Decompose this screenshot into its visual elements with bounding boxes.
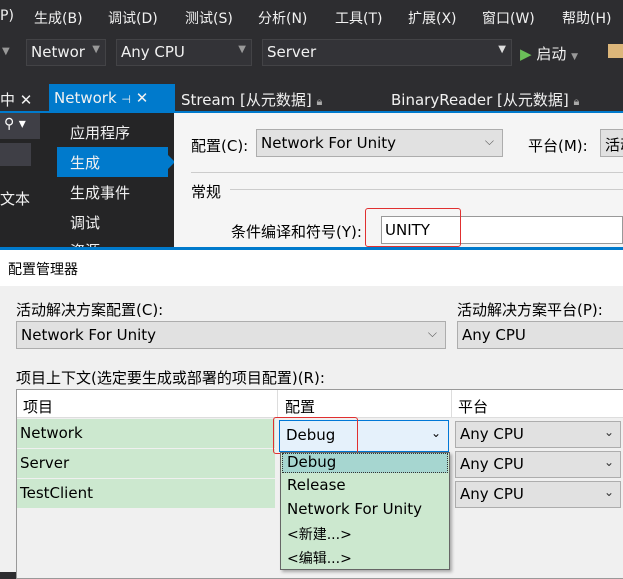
table-row[interactable]: Network <box>17 419 275 448</box>
chevron-down-icon: ▼ <box>92 44 100 55</box>
tab-stream[interactable]: Stream [从元数据] 🔒︎ <box>176 84 327 112</box>
chevron-down-icon: ⌄ <box>603 485 614 499</box>
menu-help[interactable]: 帮助(H) <box>562 8 611 28</box>
row-platform-value: Any CPU <box>460 485 524 503</box>
solution-platform-combo[interactable]: Any CPU <box>457 321 623 349</box>
grid-header <box>17 390 623 418</box>
solution-config-value: Network For Unity <box>21 326 157 344</box>
chevron-down-icon: ▼ <box>498 44 506 55</box>
chevron-down-icon: ⌵ <box>484 134 494 148</box>
platform-value: Any CPU <box>121 43 185 61</box>
section-heading: 常规 <box>191 183 222 201</box>
menu-test[interactable]: 测试(S) <box>185 8 233 28</box>
close-icon[interactable]: ✕ <box>136 89 149 107</box>
option-new[interactable]: <新建...> <box>287 524 352 544</box>
option-edit[interactable]: <编辑...> <box>287 548 352 568</box>
config-manager-dialog: 配置管理器 活动解决方案配置(C): Network For Unity ⌵ 活动… <box>0 250 623 579</box>
dialog-title: 配置管理器 <box>8 262 78 278</box>
row-platform-value: Any CPU <box>460 455 524 473</box>
platform-combo-prop[interactable]: 活动 <box>600 129 623 157</box>
config-dropdown-list: Debug Release Network For Unity <新建...> … <box>280 452 450 570</box>
solution-config-combo[interactable]: Network For Unity ⌵ <box>16 321 446 349</box>
menu-project[interactable]: P) <box>0 8 14 24</box>
tab-label: Stream [从元数据] <box>181 91 312 109</box>
search-icon[interactable]: ⚲ ▾ <box>0 113 40 139</box>
nav-build[interactable]: 生成 <box>70 152 100 173</box>
platform-combo[interactable]: Any CPU ▼ <box>116 39 252 66</box>
option-release[interactable]: Release <box>287 476 346 494</box>
panel-item[interactable]: 文本 <box>0 188 30 209</box>
solution-config-label: 活动解决方案配置(C): <box>16 301 164 319</box>
config-value: Network For Unity <box>261 134 397 152</box>
solution-platform-label: 活动解决方案平台(P): <box>457 301 603 319</box>
platform-value: 活动 <box>605 136 623 154</box>
pin-icon[interactable]: ⊣ <box>121 93 131 106</box>
menu-build[interactable]: 生成(B) <box>34 8 83 28</box>
panel-title: 中 <box>0 91 16 109</box>
project-context-label: 项目上下文(选定要生成或部署的项目配置)(R): <box>16 369 325 387</box>
row-project: TestClient <box>20 484 93 502</box>
row-platform-combo[interactable]: Any CPU ⌄ <box>455 421 621 448</box>
menu-tools[interactable]: 工具(T) <box>335 8 382 28</box>
symbols-label: 条件编译和符号(Y): <box>231 223 362 241</box>
menu-extensions[interactable]: 扩展(X) <box>408 8 457 28</box>
chevron-down-icon: ⌄ <box>603 455 614 469</box>
menu-window[interactable]: 窗口(W) <box>482 8 535 28</box>
table-row[interactable]: TestClient <box>17 479 275 508</box>
project-value: Networ <box>31 43 85 61</box>
close-icon[interactable]: ✕ <box>20 91 33 109</box>
solution-platform-value: Any CPU <box>462 326 526 344</box>
column-divider <box>277 390 278 418</box>
tab-binaryreader[interactable]: BinaryReader [从元数据] 🔒︎ <box>386 84 584 112</box>
chevron-down-icon: ▼ <box>238 44 246 55</box>
row-platform-value: Any CPU <box>460 425 524 443</box>
column-config: 配置 <box>285 398 316 416</box>
property-content: 配置(C): Network For Unity ⌵ 平台(M): 活动 常规 条… <box>174 113 623 247</box>
nav-debug[interactable]: 调试 <box>70 212 100 233</box>
menu-analyze[interactable]: 分析(N) <box>258 8 307 28</box>
folder-icon[interactable] <box>608 44 623 58</box>
start-button[interactable]: ▶ 启动 ▼ <box>520 40 578 66</box>
row-project: Network <box>20 424 83 442</box>
tab-left-panel[interactable]: 中 ✕ <box>0 84 40 112</box>
start-label: 启动 <box>536 45 567 63</box>
column-divider <box>451 390 452 418</box>
tab-label: BinaryReader [从元数据] <box>391 91 569 109</box>
lock-icon: 🔒︎ <box>573 95 580 108</box>
chevron-down-icon: ⌄ <box>603 425 614 439</box>
dialog-titlebar <box>0 250 623 286</box>
dropdown-arrow-icon[interactable]: ▼ <box>2 46 10 57</box>
section-line <box>230 189 623 190</box>
column-platform: 平台 <box>458 398 489 416</box>
left-panel: ⚲ ▾ 文本 <box>0 113 41 250</box>
option-debug[interactable]: Debug <box>287 453 336 471</box>
divider <box>191 172 623 173</box>
row-project: Server <box>20 454 70 472</box>
panel-search-box[interactable] <box>0 143 31 166</box>
row-platform-combo[interactable]: Any CPU ⌄ <box>455 481 621 508</box>
config-label: 配置(C): <box>191 137 249 155</box>
highlight-box <box>365 208 461 247</box>
tab-network[interactable]: Network ⊣ ✕ <box>49 84 175 112</box>
startup-combo[interactable]: Server ▼ <box>262 39 512 66</box>
tab-label: Network <box>54 89 117 107</box>
chevron-down-icon: ▼ <box>571 52 579 62</box>
option-network-for-unity[interactable]: Network For Unity <box>287 500 422 518</box>
platform-label: 平台(M): <box>528 137 588 155</box>
startup-value: Server <box>267 43 317 61</box>
column-project: 项目 <box>23 398 54 416</box>
project-combo[interactable]: Networ ▼ <box>26 39 106 66</box>
row-platform-combo[interactable]: Any CPU ⌄ <box>455 451 621 478</box>
lock-icon: 🔒︎ <box>316 95 323 108</box>
config-combo[interactable]: Network For Unity ⌵ <box>256 129 503 157</box>
play-icon: ▶ <box>520 45 532 63</box>
highlight-box <box>273 417 358 454</box>
menu-debug[interactable]: 调试(D) <box>108 8 158 28</box>
chevron-down-icon: ⌄ <box>430 426 441 440</box>
chevron-down-icon: ⌵ <box>427 326 437 340</box>
nav-application[interactable]: 应用程序 <box>70 122 130 143</box>
nav-build-events[interactable]: 生成事件 <box>70 182 130 203</box>
table-row[interactable]: Server <box>17 449 275 478</box>
